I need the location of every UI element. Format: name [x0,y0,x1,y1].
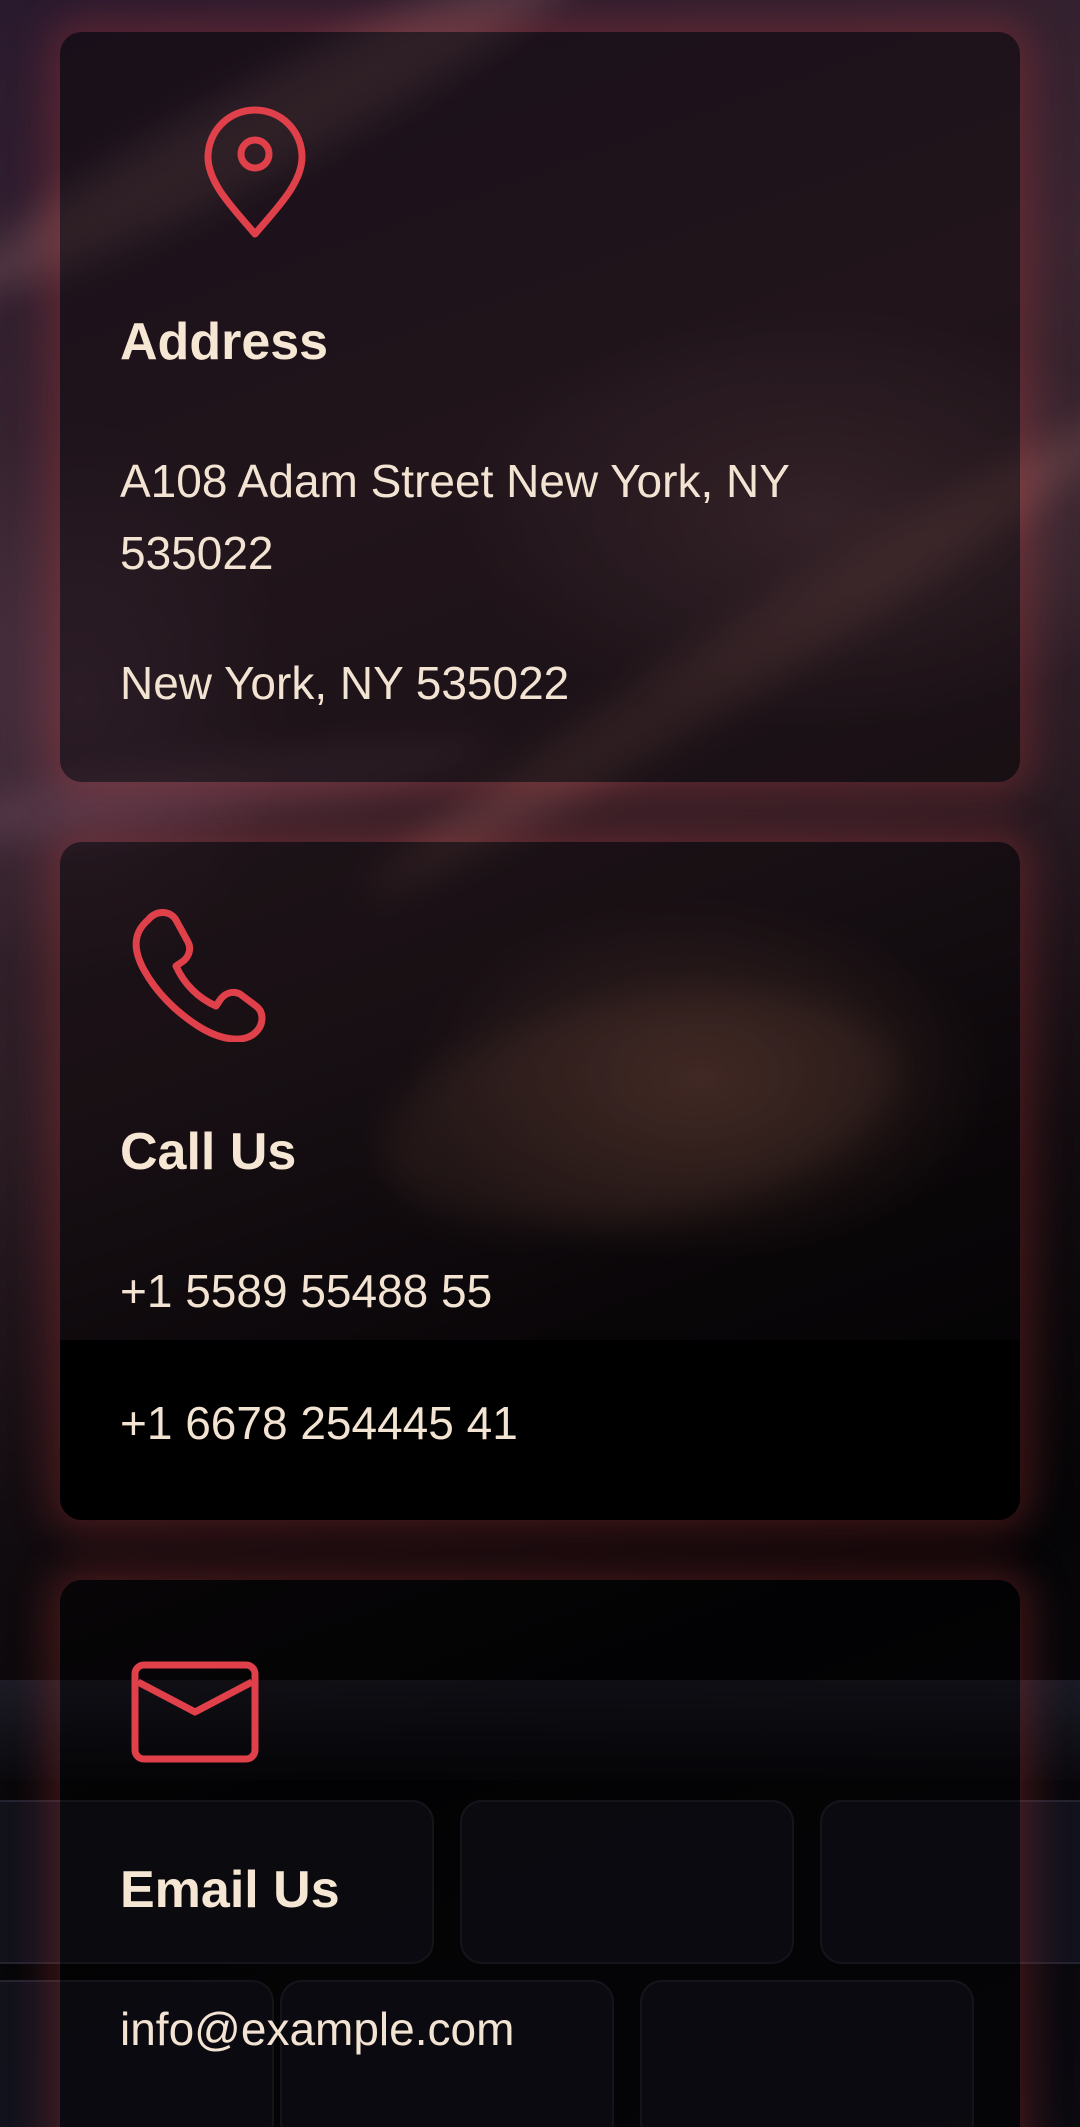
phone-number[interactable]: +1 5589 55488 55 [120,1255,492,1327]
map-pin-icon [200,102,310,242]
call-card: Call Us +1 5589 55488 55 +1 6678 254445 … [60,842,1020,1520]
card-title: Call Us [120,1123,297,1181]
envelope-icon [130,1660,260,1764]
address-card: Address A108 Adam Street New York, NY 53… [60,32,1020,782]
page-background: Address A108 Adam Street New York, NY 53… [0,0,1080,2127]
email-address[interactable]: info@example.com [120,1993,514,2065]
phone-icon [126,902,266,1042]
card-title: Email Us [120,1861,340,1919]
card-title: Address [120,313,329,371]
address-line: New York, NY 535022 [120,657,570,709]
email-card: Email Us info@example.com [60,1580,1020,2127]
address-line: A108 Adam Street New York, NY 535022 [120,455,790,579]
phone-number[interactable]: +1 6678 254445 41 [120,1387,518,1459]
